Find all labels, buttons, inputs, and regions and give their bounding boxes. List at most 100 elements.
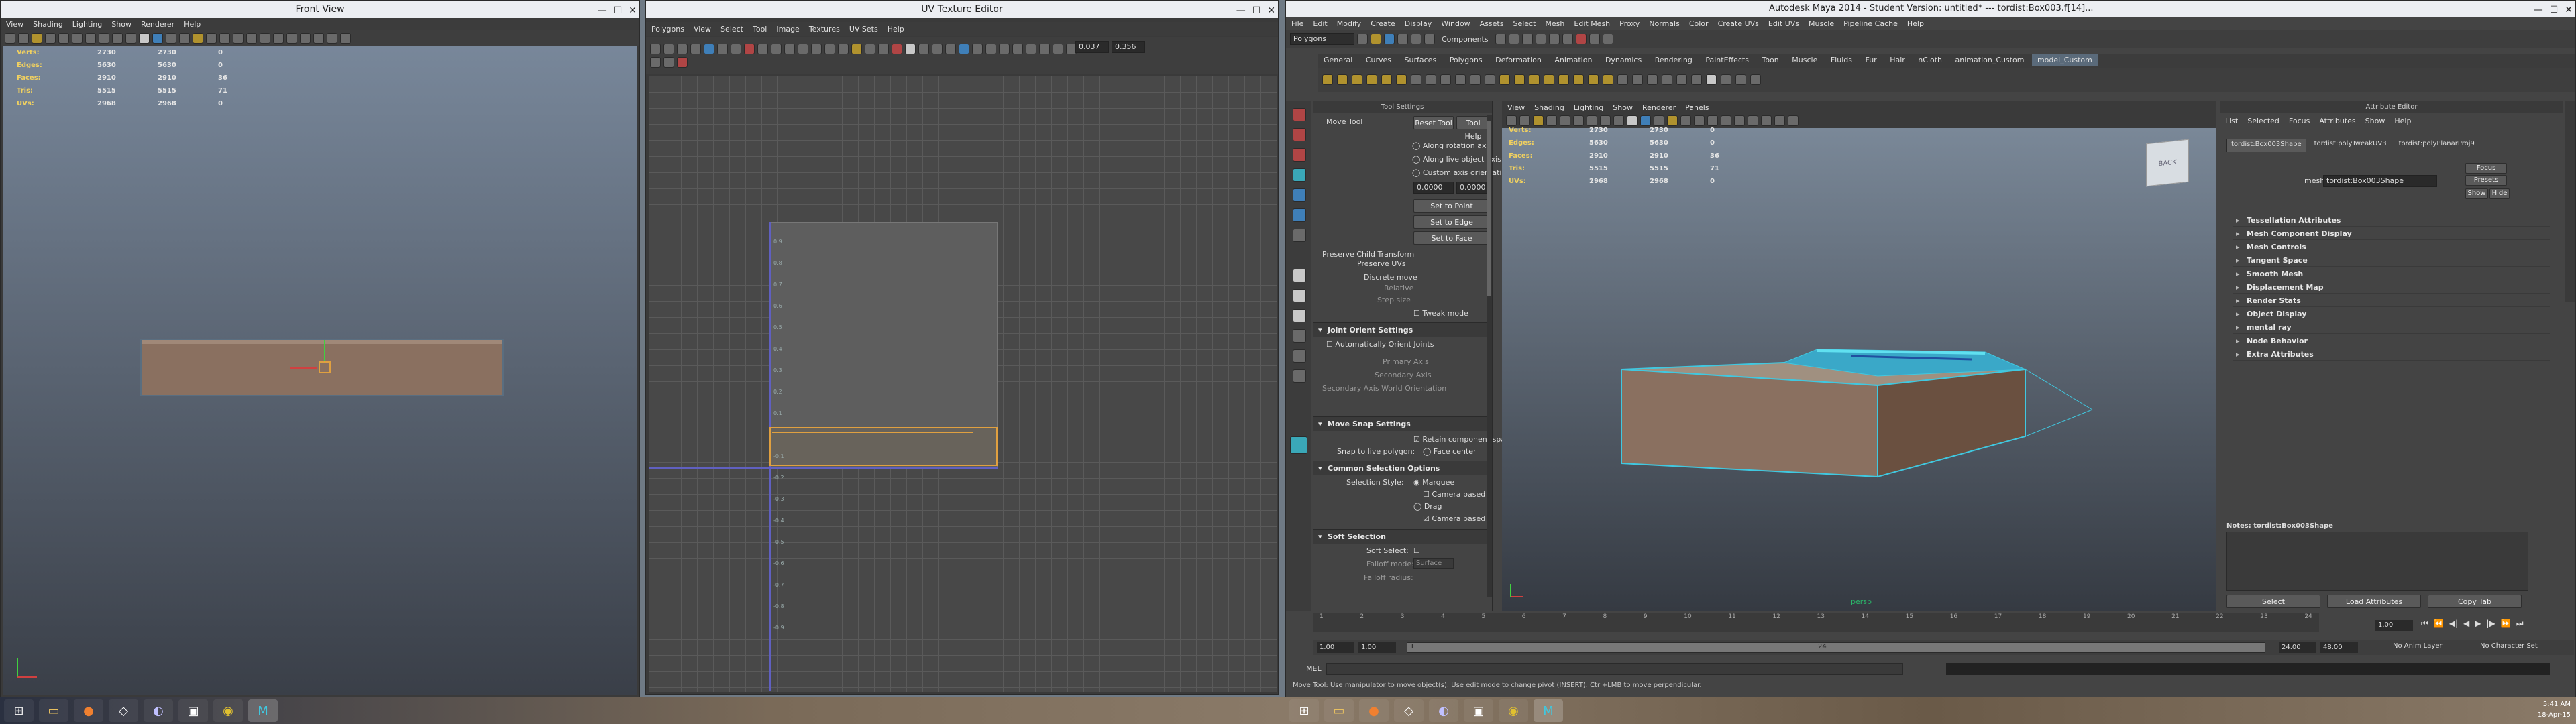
shelf-append-icon[interactable] xyxy=(1544,74,1554,85)
alpha-channel-icon[interactable] xyxy=(1012,44,1023,54)
menu-display[interactable]: Display xyxy=(1405,19,1432,28)
windows-start-icon[interactable]: ⊞ xyxy=(1289,699,1319,722)
lights-icon[interactable] xyxy=(193,33,203,44)
menu-shading[interactable]: Shading xyxy=(1534,103,1564,112)
resolution-gate-icon[interactable] xyxy=(85,33,96,44)
shelf-split-icon[interactable] xyxy=(1558,74,1569,85)
snapshot-icon[interactable] xyxy=(838,44,849,54)
xray-joints-icon[interactable] xyxy=(246,33,257,44)
shelf-tab-fluids[interactable]: Fluids xyxy=(1825,54,1858,66)
opt-custom-axis[interactable]: ◯ Custom axis orientation xyxy=(1412,168,1511,177)
isolate-select-icon[interactable] xyxy=(851,44,862,54)
select-tool-icon[interactable] xyxy=(1293,108,1306,121)
show-button[interactable]: Show xyxy=(2465,188,2488,199)
mesh-name-field[interactable]: tordist:Box003Shape xyxy=(2323,175,2437,187)
shelf-tab-hair[interactable]: Hair xyxy=(1884,54,1911,66)
make-live-icon[interactable] xyxy=(1548,34,1560,44)
maya-taskbar-icon[interactable]: M xyxy=(1534,699,1563,722)
attr-section-object-display[interactable]: Object Display xyxy=(2233,308,2550,320)
tool-help-button[interactable]: Tool Help xyxy=(1456,116,1490,141)
shelf-tab-model-custom[interactable]: model_Custom xyxy=(2031,54,2098,66)
remove-isolate-icon[interactable] xyxy=(878,44,889,54)
layout-hypershade-icon[interactable] xyxy=(1293,369,1306,383)
shelf-tool-icon[interactable] xyxy=(1735,74,1746,85)
layout-graph-icon[interactable] xyxy=(1293,349,1306,363)
move-tool-icon[interactable] xyxy=(1293,168,1306,182)
menu-normals[interactable]: Normals xyxy=(1649,19,1680,28)
distortion-icon[interactable] xyxy=(985,44,996,54)
antialias-icon[interactable] xyxy=(300,33,311,44)
set-to-point-button[interactable]: Set to Point xyxy=(1413,199,1490,213)
dim-image-icon[interactable] xyxy=(918,44,929,54)
camera-icon[interactable] xyxy=(5,33,15,44)
menu-edit-uvs[interactable]: Edit UVs xyxy=(1768,19,1799,28)
menu-help[interactable]: Help xyxy=(2394,117,2411,125)
snap-curve-icon[interactable] xyxy=(1508,34,1519,44)
move-manipulator[interactable] xyxy=(319,361,331,373)
menu-show[interactable]: Show xyxy=(2365,117,2385,125)
reset-tool-button[interactable]: Reset Tool xyxy=(1413,116,1454,129)
load-attributes-button[interactable]: Load Attributes xyxy=(2327,595,2421,608)
move-x-axis-handle[interactable] xyxy=(290,367,317,369)
menu-attributes[interactable]: Attributes xyxy=(2319,117,2355,125)
menu-lighting[interactable]: Lighting xyxy=(1574,103,1603,112)
shelf-combine-icon[interactable] xyxy=(1411,74,1421,85)
unity-icon[interactable]: ◇ xyxy=(109,699,138,722)
motion-blur-icon[interactable] xyxy=(286,33,297,44)
play-back-icon[interactable]: ◀ xyxy=(2463,619,2469,629)
shelf-loop-icon[interactable] xyxy=(1573,74,1584,85)
select-hierarchy-icon[interactable] xyxy=(1397,34,1408,44)
menu-view[interactable]: View xyxy=(6,20,23,29)
shelf-tab-polygons[interactable]: Polygons xyxy=(1444,54,1488,66)
minimize-icon[interactable]: — xyxy=(1236,2,1246,19)
view-grid-icon[interactable] xyxy=(932,44,943,54)
texture-borders-icon[interactable] xyxy=(972,44,983,54)
grid-icon[interactable] xyxy=(58,33,69,44)
unity-icon[interactable]: ◇ xyxy=(1394,699,1424,722)
rgb-channels-icon[interactable] xyxy=(999,44,1010,54)
align-max-u-icon[interactable] xyxy=(798,44,808,54)
attr-select-button[interactable]: Select xyxy=(2226,595,2320,608)
file-explorer-icon[interactable]: ▭ xyxy=(1324,699,1354,722)
xray-icon[interactable] xyxy=(233,33,244,44)
camera-based-checkbox-1[interactable]: ☐ Camera based xyxy=(1423,490,1485,499)
shelf-cylinder-icon[interactable] xyxy=(1352,74,1362,85)
firefox-icon[interactable]: ● xyxy=(74,699,103,722)
ssao-icon[interactable] xyxy=(273,33,284,44)
gamma-icon[interactable] xyxy=(1788,115,1799,126)
move-snap-section[interactable]: Move Snap Settings xyxy=(1313,416,1492,432)
go-to-start-icon[interactable]: ⏮ xyxy=(2421,619,2428,629)
attr-section-tangent-space[interactable]: Tangent Space xyxy=(2233,254,2550,267)
layout-icon[interactable] xyxy=(757,44,768,54)
end-time-field[interactable]: 48.00 xyxy=(2320,642,2358,653)
isolate-icon[interactable] xyxy=(219,33,230,44)
close-icon[interactable]: ✕ xyxy=(629,2,637,19)
focus-button[interactable]: Focus xyxy=(2465,163,2507,174)
joint-orient-section[interactable]: Joint Orient Settings xyxy=(1313,322,1492,338)
shelf-plane-icon[interactable] xyxy=(1381,74,1392,85)
shelf-tab-curves[interactable]: Curves xyxy=(1360,54,1397,66)
step-forward-icon[interactable]: ⏩ xyxy=(2501,619,2511,629)
menu-tool[interactable]: Tool xyxy=(753,25,767,34)
menu-panels[interactable]: Panels xyxy=(1685,103,1709,112)
copy-uv-icon[interactable] xyxy=(1053,44,1063,54)
set-to-edge-button[interactable]: Set to Edge xyxy=(1413,215,1490,229)
tweak-mode-checkbox[interactable]: ☐ Tweak mode xyxy=(1413,309,1468,318)
attr-section-node-behavior[interactable]: Node Behavior xyxy=(2233,335,2550,347)
presets-button[interactable]: Presets xyxy=(2465,175,2507,186)
time-slider[interactable]: 1 2 3 4 5 6 7 8 9 10 11 12 13 14 15 16 17 18 19 20 21 22 23 24 xyxy=(1313,613,2319,632)
maya-titlebar[interactable]: Autodesk Maya 2014 - Student Version: un… xyxy=(1286,1,2575,17)
shelf-sphere-icon[interactable] xyxy=(1337,74,1348,85)
safe-action-icon[interactable] xyxy=(125,33,136,44)
select-component-icon[interactable] xyxy=(1424,34,1435,44)
layout-outliner-icon[interactable] xyxy=(1293,329,1306,343)
menu-select[interactable]: Select xyxy=(1513,19,1536,28)
set-to-face-button[interactable]: Set to Face xyxy=(1413,231,1490,245)
maximize-icon[interactable]: ☐ xyxy=(614,2,623,19)
current-frame-field[interactable]: 1.00 xyxy=(2375,620,2413,631)
shelf-cone-icon[interactable] xyxy=(1366,74,1377,85)
attr-section-render-stats[interactable]: Render Stats xyxy=(2233,294,2550,307)
film-gate-icon[interactable] xyxy=(72,33,83,44)
attr-section-tessellation[interactable]: Tessellation Attributes xyxy=(2233,214,2550,227)
attr-section-component-display[interactable]: Mesh Component Display xyxy=(2233,227,2550,240)
